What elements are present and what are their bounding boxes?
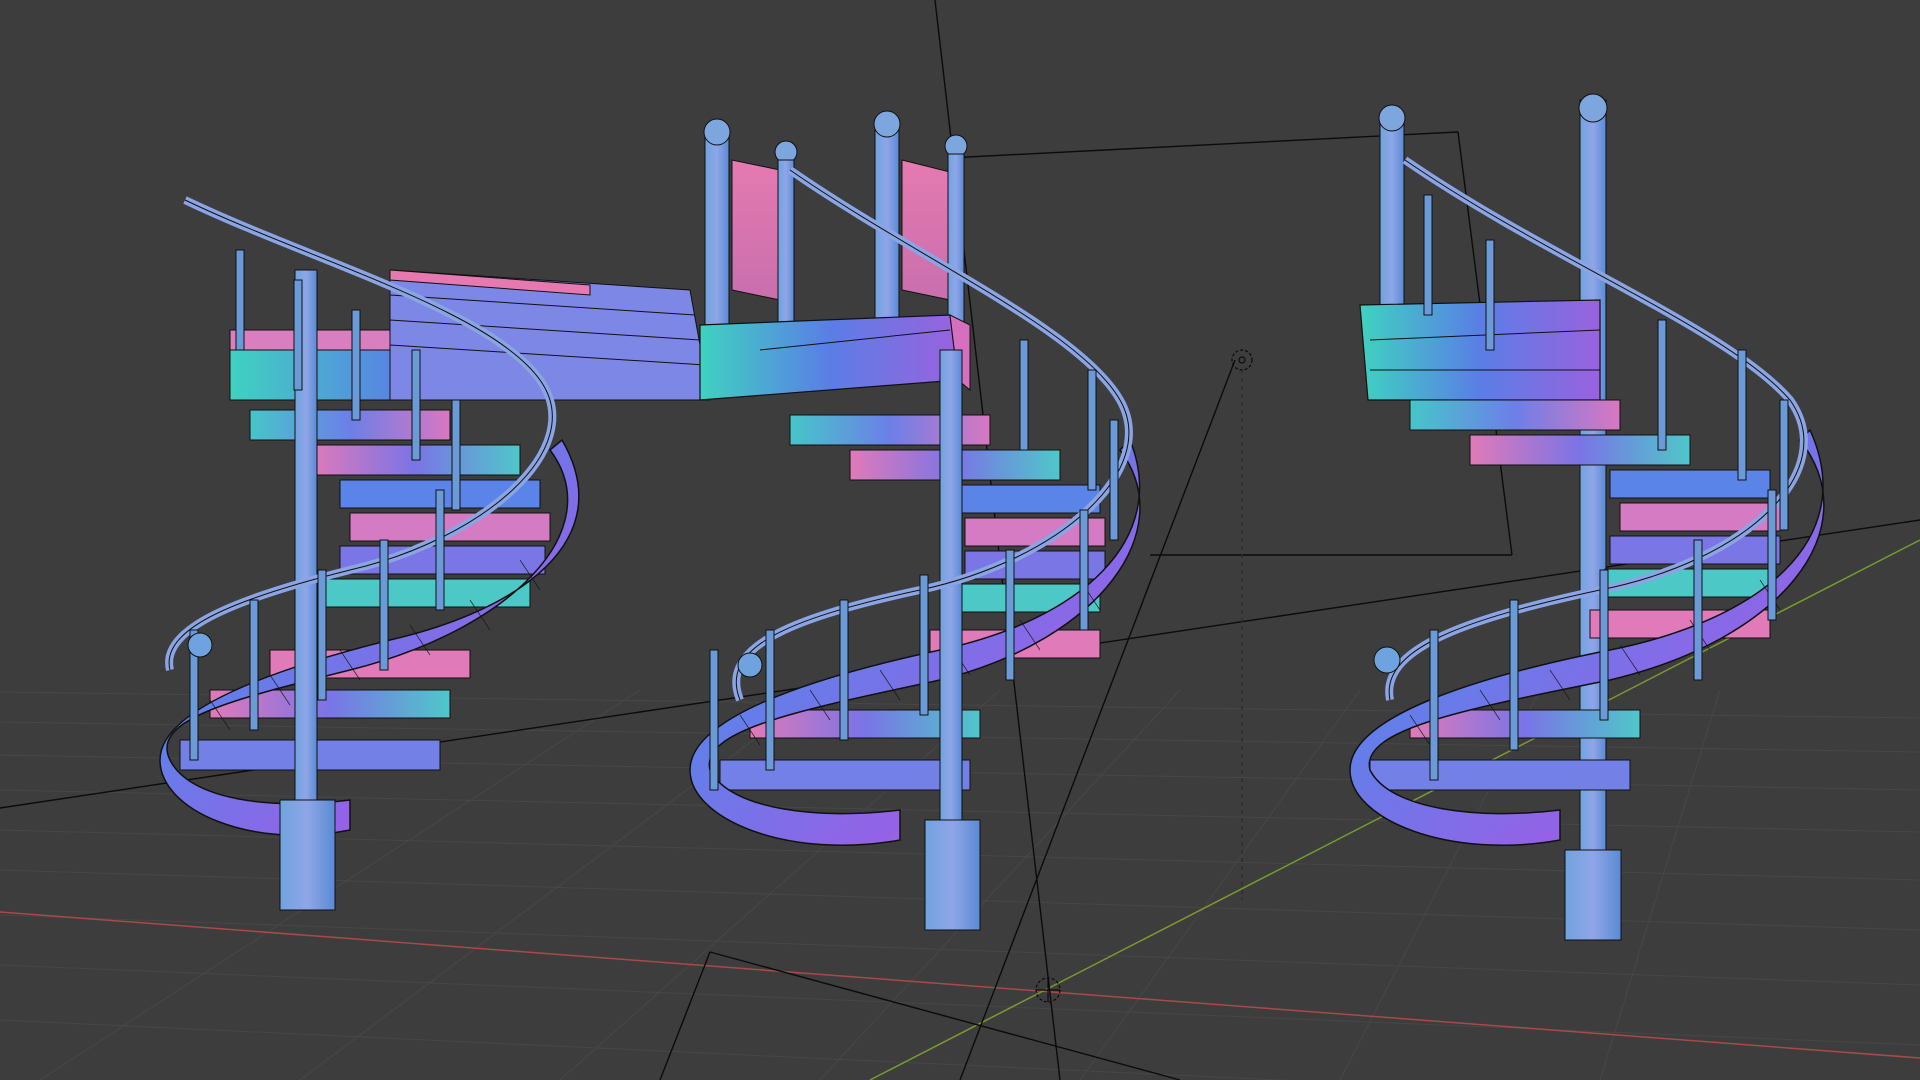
world-origin-icon[interactable] <box>1035 977 1061 1003</box>
3d-viewport[interactable] <box>0 0 1920 1080</box>
spiral-staircase-right[interactable] <box>1349 93 1825 941</box>
viewport-scene[interactable] <box>0 0 1920 1080</box>
x-axis-line <box>0 911 1920 1059</box>
